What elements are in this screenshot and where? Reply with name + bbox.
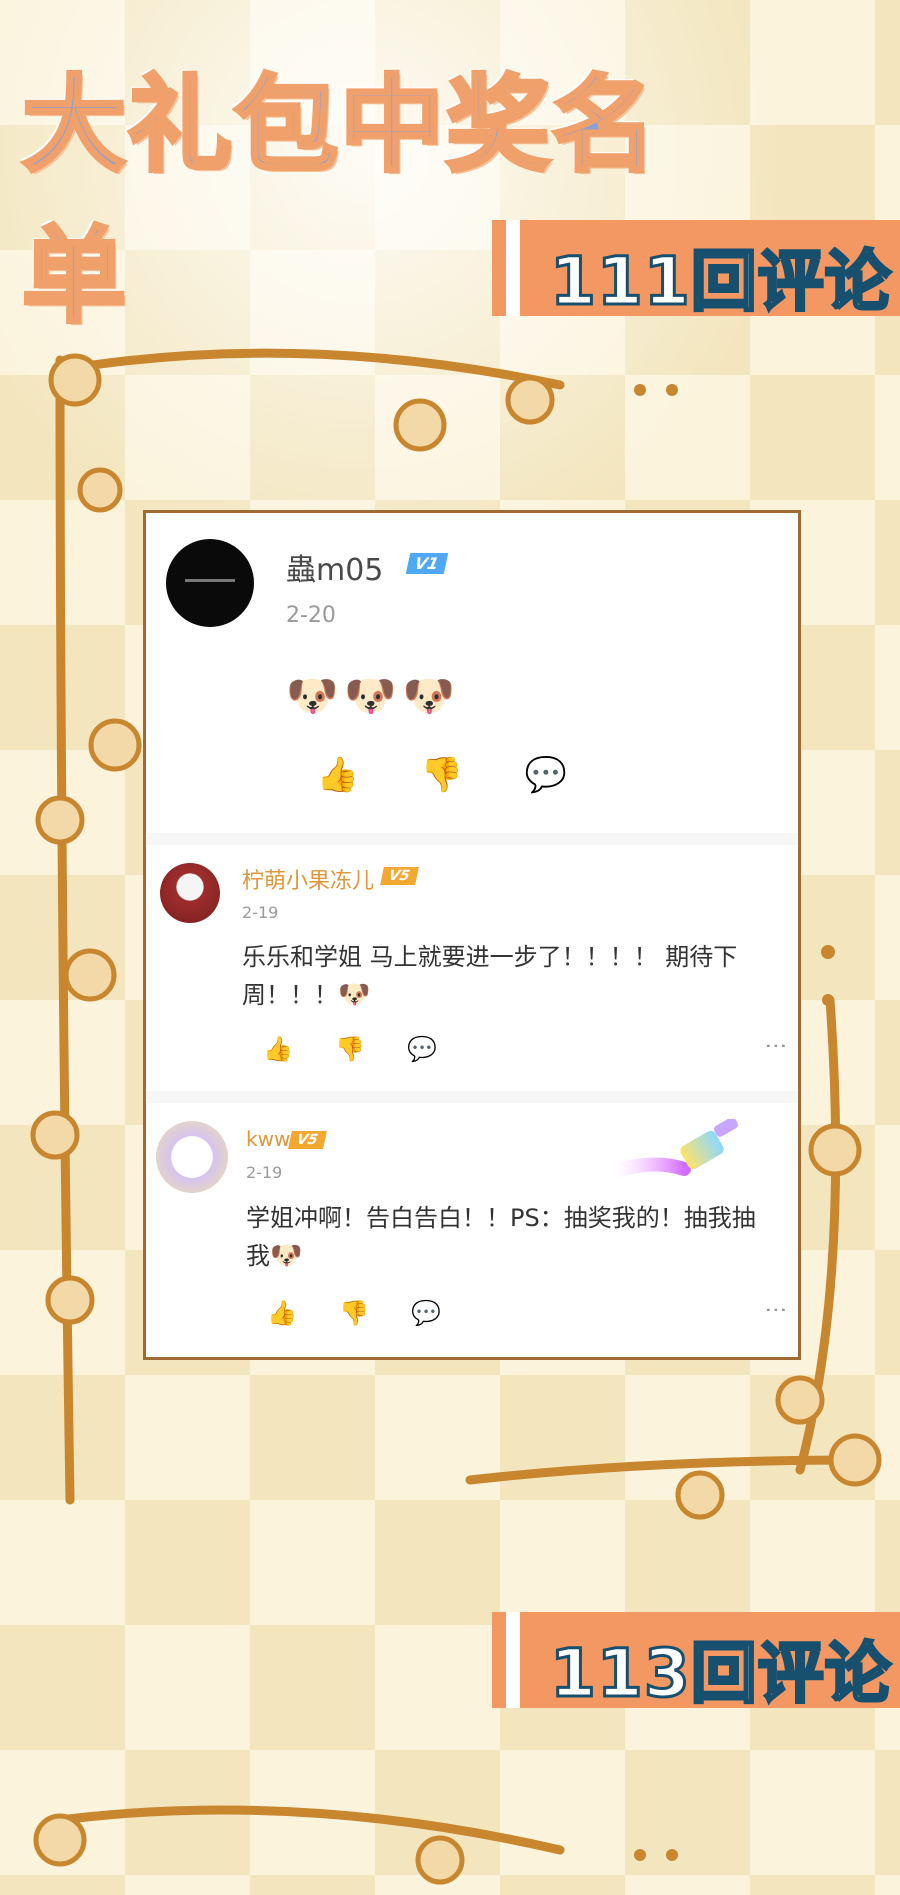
comment-actions: 👍 👎 💬 <box>286 755 598 795</box>
comment-actions: 👍 👎 💬 <box>242 1035 458 1063</box>
username[interactable]: 柠萌小果冻儿 <box>242 863 374 895</box>
doge-emoji-icon: 🐶 <box>270 1241 303 1271</box>
flower-icon <box>415 1835 465 1885</box>
level-badge: V1 <box>405 553 448 574</box>
flower-icon <box>45 1275 95 1325</box>
flower-icon <box>63 948 117 1002</box>
flower-icon <box>505 375 555 425</box>
flower-icon <box>33 1813 87 1867</box>
flower-icon <box>48 353 102 407</box>
comment-text-body: 乐乐和学姐 马上就要进一步了！！！！ 期待下周！！！ <box>242 943 738 1009</box>
flower-icon <box>393 398 447 452</box>
comment-date: 2-19 <box>246 1163 283 1182</box>
reply-icon[interactable]: 💬 <box>494 755 598 795</box>
reply-icon[interactable]: 💬 <box>386 1035 458 1063</box>
reply-icon[interactable]: 💬 <box>390 1299 462 1327</box>
flower-icon <box>808 1123 862 1177</box>
doge-emoji-icon: 🐶 <box>338 980 371 1010</box>
level-badge: V5 <box>288 1131 327 1149</box>
flower-icon <box>88 718 142 772</box>
avatar[interactable] <box>156 1121 228 1193</box>
dislike-icon[interactable]: 👎 <box>314 1035 386 1063</box>
dislike-icon[interactable]: 👎 <box>390 755 494 795</box>
avatar[interactable] <box>166 539 254 627</box>
comment-date: 2-20 <box>286 603 336 628</box>
like-icon[interactable]: 👍 <box>246 1299 318 1327</box>
comment-actions: 👍 👎 💬 <box>246 1299 462 1327</box>
comment-content: 🐶🐶🐶 <box>286 671 461 720</box>
like-icon[interactable]: 👍 <box>242 1035 314 1063</box>
more-options-icon[interactable]: ⋮ <box>763 1035 788 1053</box>
dislike-icon[interactable]: 👎 <box>318 1299 390 1327</box>
comment-date: 2-19 <box>242 903 279 922</box>
comment-text: 乐乐和学姐 马上就要进一步了！！！！ 期待下周！！！🐶 <box>242 938 772 1014</box>
frame-top-vine <box>55 348 565 390</box>
frame-top-vine-lower <box>55 1805 565 1855</box>
like-icon[interactable]: 👍 <box>286 755 390 795</box>
flower-icon <box>30 1110 80 1160</box>
avatar[interactable] <box>160 863 220 923</box>
username[interactable]: 蟲m05 <box>286 545 383 589</box>
flower-icon <box>77 467 123 513</box>
more-options-icon[interactable]: ⋮ <box>763 1299 788 1317</box>
flower-icon <box>35 795 85 845</box>
label-text-bottom: 113回评论 <box>549 1634 893 1714</box>
username[interactable]: kww <box>246 1127 290 1151</box>
flower-icon <box>675 1470 725 1520</box>
level-badge: V5 <box>380 867 419 885</box>
comment-item: 蟲m05 V1 2-20 🐶🐶🐶 👍 👎 💬 <box>146 513 798 833</box>
frame-left-vine <box>55 355 75 1505</box>
comments-card: 蟲m05 V1 2-20 🐶🐶🐶 👍 👎 💬 柠萌小果冻儿 V5 2-19 乐乐… <box>143 510 801 1360</box>
flower-icon <box>828 1433 882 1487</box>
flower-icon <box>775 1375 825 1425</box>
comment-item: 柠萌小果冻儿 V5 2-19 乐乐和学姐 马上就要进一步了！！！！ 期待下周！！… <box>146 843 798 1093</box>
label-banner-bottom: 113回评论 <box>492 1612 900 1714</box>
comment-text-body: 学姐冲啊！告白告白！！PS：抽奖我的！抽我抽我 <box>246 1204 756 1270</box>
divider <box>146 1091 798 1103</box>
paintbrush-decoration-icon <box>614 1119 738 1178</box>
comment-text: 学姐冲啊！告白告白！！PS：抽奖我的！抽我抽我🐶 <box>246 1199 776 1275</box>
comment-item: kww V5 2-19 学姐冲啊！告白告白！！PS：抽奖我的！抽我抽我🐶 👍 👎… <box>146 1103 798 1357</box>
